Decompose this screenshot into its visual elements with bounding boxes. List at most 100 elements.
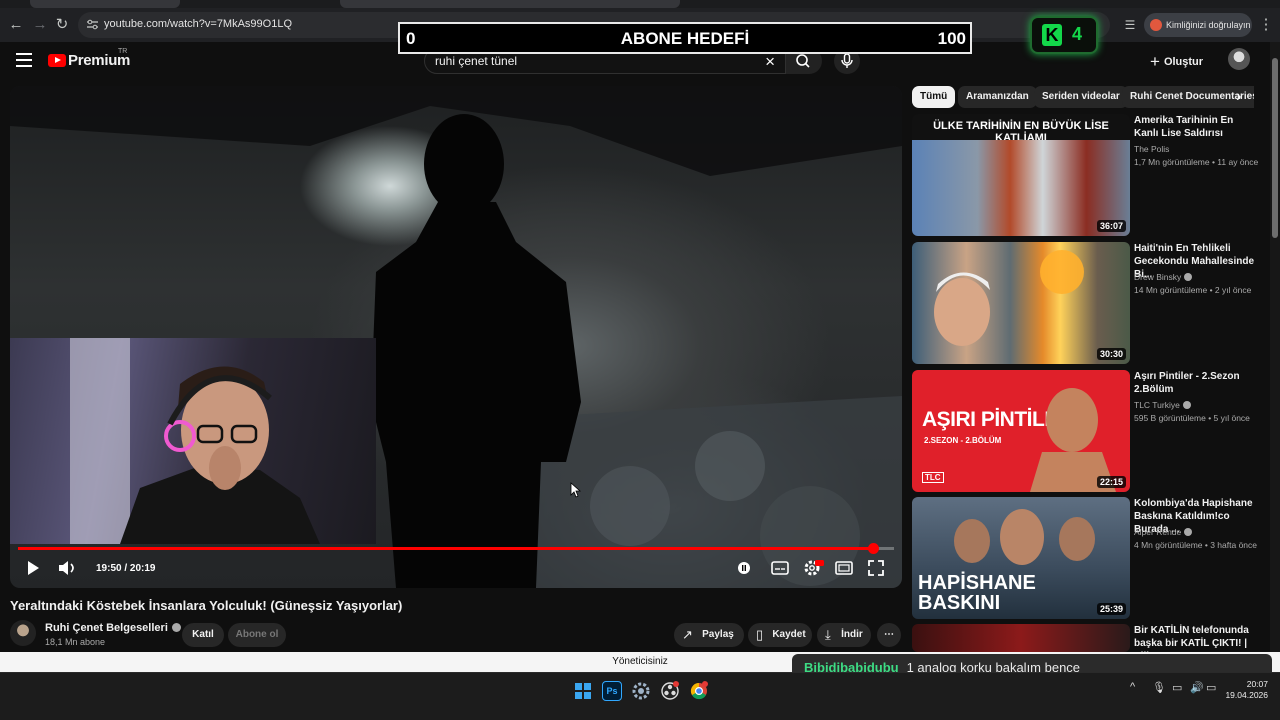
seek-bar-fill xyxy=(18,547,873,550)
subtitles-icon[interactable] xyxy=(770,558,790,578)
reload-icon[interactable]: ↻ xyxy=(50,13,74,37)
more-actions-button[interactable]: ⋯ xyxy=(877,623,901,647)
video-duration: 22:15 xyxy=(1096,476,1126,488)
share-icon: ↗ xyxy=(682,627,693,642)
mouse-cursor-icon xyxy=(570,482,582,498)
chips-next-chevron-icon[interactable]: › xyxy=(1236,88,1241,106)
more-dots-icon: ⋯ xyxy=(884,629,894,640)
subscribe-button[interactable]: Abone ol xyxy=(228,623,286,647)
scrollbar-thumb[interactable] xyxy=(1272,58,1278,238)
recommended-title[interactable]: Bir KATİLİN telefonunda başka bir KATİL … xyxy=(1134,624,1260,652)
verified-badge-icon xyxy=(1184,528,1193,536)
recommendation-chips: Tümü Aramanızdan Seriden videolar Ruhi C… xyxy=(912,86,1254,110)
chip-from-search[interactable]: Aramanızdan xyxy=(958,86,1037,108)
join-button[interactable]: Katıl xyxy=(182,623,224,647)
tlc-logo: TLC xyxy=(922,472,944,483)
recommended-meta: 4 Mn görüntüleme • 3 hafta önce xyxy=(1134,540,1257,550)
plus-icon: + xyxy=(1150,52,1160,71)
profile-button[interactable]: Kimliğinizi doğrulayın xyxy=(1144,13,1252,37)
windows-start-icon[interactable] xyxy=(573,681,593,701)
recommended-video[interactable]: Bir KATİLİN telefonunda başka bir KATİL … xyxy=(912,624,1262,652)
site-settings-icon[interactable] xyxy=(86,18,99,31)
settings-app-icon[interactable] xyxy=(631,681,651,701)
tab-strip xyxy=(0,0,1280,8)
bookmark-icon: ▯ xyxy=(756,627,764,642)
volume-icon[interactable] xyxy=(56,558,78,578)
system-clock[interactable]: 20:07 19.04.2026 xyxy=(1222,679,1268,701)
chip-all[interactable]: Tümü xyxy=(912,86,956,108)
reading-list-icon[interactable]: ☰ xyxy=(1118,13,1142,37)
video-thumbnail[interactable]: ÜLKE TARİHİNİN EN BÜYÜK LİSE KATLİAMI 36… xyxy=(912,114,1130,236)
recommended-title[interactable]: Amerika Tarihinin En Kanlı Lise Saldırıs… xyxy=(1134,114,1260,140)
kick-logo-icon: K xyxy=(1042,24,1062,46)
theater-mode-icon[interactable] xyxy=(834,558,854,578)
time-display: 19:50 / 20:19 xyxy=(96,563,156,574)
download-label: İndir xyxy=(841,629,863,640)
tray-volume-icon[interactable]: 🔊 xyxy=(1190,681,1204,694)
download-button[interactable]: ⤓ İndir xyxy=(817,623,871,647)
account-avatar[interactable] xyxy=(1228,48,1250,70)
video-thumbnail[interactable]: 30:30 xyxy=(912,242,1130,364)
settings-gear-icon[interactable] xyxy=(802,558,824,578)
video-thumbnail[interactable] xyxy=(912,624,1130,652)
seek-bar-handle[interactable] xyxy=(867,543,879,554)
video-player[interactable]: 19:50 / 20:19 xyxy=(10,86,902,588)
recommended-video[interactable]: HAPİSHANE BASKINI 25:39 Kolombiya'da Hap… xyxy=(912,497,1262,619)
recommended-meta: 14 Mn görüntüleme • 2 yıl önce xyxy=(1134,285,1252,295)
share-button[interactable]: ↗ Paylaş xyxy=(674,623,744,647)
video-title: Yeraltındaki Köstebek İnsanlara Yolculuk… xyxy=(10,598,403,613)
tray-battery-icon[interactable]: ▭ xyxy=(1206,681,1216,694)
video-thumbnail[interactable]: HAPİSHANE BASKINI 25:39 xyxy=(912,497,1130,619)
tray-mic-icon[interactable]: 🎙 xyxy=(1152,681,1166,694)
clock-time: 20:07 xyxy=(1246,679,1268,689)
clock-date: 19.04.2026 xyxy=(1225,690,1268,700)
photoshop-icon[interactable]: Ps xyxy=(602,681,622,701)
download-icon: ⤓ xyxy=(825,627,831,642)
browser-tab[interactable] xyxy=(30,0,180,8)
fullscreen-icon[interactable] xyxy=(866,558,886,578)
hamburger-menu-icon[interactable] xyxy=(16,53,32,67)
streamer-webcam-overlay xyxy=(10,338,376,544)
video-thumbnail[interactable]: AŞIRI PİNTİLER 2.SEZON - 2.BÖLÜM TLC 22:… xyxy=(912,370,1130,492)
tray-network-icon[interactable]: ▭ xyxy=(1172,681,1182,694)
verified-badge-icon xyxy=(171,623,181,632)
channel-name[interactable]: Ruhi Çenet Belgeselleri xyxy=(45,622,181,634)
recommended-title[interactable]: Aşırı Pintiler - 2.Sezon 2.Bölüm xyxy=(1134,370,1260,396)
subscriber-goal-overlay: 0 ABONE HEDEFİ 100 xyxy=(398,22,972,54)
thumbnail-image xyxy=(1030,388,1116,492)
browser-tab[interactable] xyxy=(340,0,680,8)
create-button[interactable]: + Oluştur xyxy=(1150,50,1203,71)
clear-search-icon[interactable]: × xyxy=(765,52,775,72)
forward-icon[interactable]: → xyxy=(28,13,52,37)
seek-bar[interactable] xyxy=(18,543,894,554)
recommended-meta: 1,7 Mn görüntüleme • 11 ay önce xyxy=(1134,157,1259,167)
chip-series[interactable]: Seriden videolar xyxy=(1034,86,1128,108)
autoplay-toggle-icon[interactable] xyxy=(736,558,752,578)
recommended-channel[interactable]: TLC Turkiye xyxy=(1134,400,1191,410)
verified-badge-icon xyxy=(1184,273,1193,281)
recommended-video[interactable]: AŞIRI PİNTİLER 2.SEZON - 2.BÖLÜM TLC 22:… xyxy=(912,370,1262,492)
browser-menu-icon[interactable]: ⋮ xyxy=(1254,13,1278,37)
chip-channel[interactable]: Ruhi Cenet Documentaries xyxy=(1122,86,1254,108)
channel-avatar[interactable] xyxy=(10,620,36,646)
save-label: Kaydet xyxy=(772,629,806,640)
profile-avatar-icon xyxy=(1150,19,1162,31)
obs-studio-icon[interactable] xyxy=(660,681,680,701)
recommended-video[interactable]: ÜLKE TARİHİNİN EN BÜYÜK LİSE KATLİAMI 36… xyxy=(912,114,1262,236)
chrome-icon[interactable] xyxy=(689,681,709,701)
recommended-channel[interactable]: The Polis xyxy=(1134,144,1169,154)
recommended-channel[interactable]: Drew Binsky xyxy=(1134,272,1193,282)
recommended-video[interactable]: 30:30 Haiti'nin En Tehlikeli Gecekondu M… xyxy=(912,242,1262,364)
channel-name-text: Ruhi Çenet Belgeselleri xyxy=(45,622,168,634)
video-duration: 36:07 xyxy=(1096,220,1126,232)
tray-chevron-icon[interactable]: ^ xyxy=(1130,681,1135,693)
back-icon[interactable]: ← xyxy=(4,13,28,37)
goal-target: 100 xyxy=(937,29,966,48)
recommended-channel-name: Alper Rende xyxy=(1134,527,1182,537)
save-button[interactable]: ▯ Kaydet xyxy=(748,623,812,647)
viewer-count: 4 xyxy=(1072,24,1083,44)
page-scrollbar[interactable] xyxy=(1270,42,1280,672)
person-silhouette xyxy=(371,114,581,588)
recommended-channel[interactable]: Alper Rende xyxy=(1134,527,1193,537)
play-icon[interactable] xyxy=(24,558,42,578)
